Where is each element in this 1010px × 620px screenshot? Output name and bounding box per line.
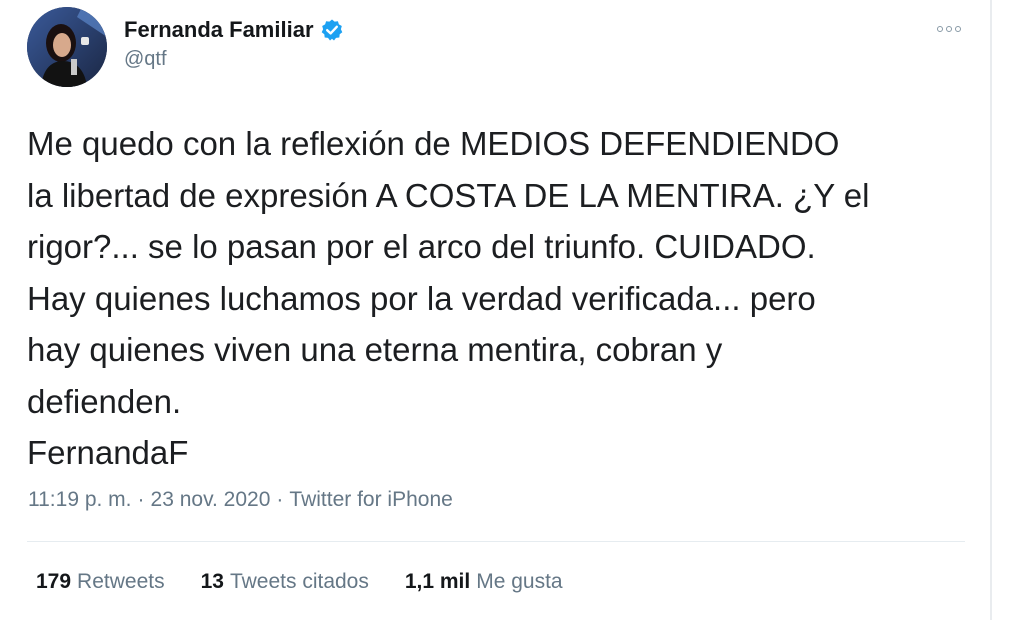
more-dot xyxy=(946,26,952,32)
tweet-card: Fernanda Familiar @qtf Me quedo con la r… xyxy=(0,0,1010,620)
retweets-label: Retweets xyxy=(77,570,165,593)
more-dot xyxy=(955,26,961,32)
tweet-time[interactable]: 11:19 p. m. xyxy=(28,488,132,512)
more-options-icon[interactable] xyxy=(932,20,966,38)
meta-separator: · xyxy=(137,488,145,511)
verified-badge-icon xyxy=(320,18,344,42)
meta-separator: · xyxy=(276,488,284,511)
more-dot xyxy=(937,26,943,32)
tweet-stats: 179 Retweets 13 Tweets citados 1,1 mil M… xyxy=(36,570,563,594)
author-handle[interactable]: @qtf xyxy=(124,48,167,71)
author-name[interactable]: Fernanda Familiar xyxy=(124,17,344,43)
tweet-meta: 11:19 p. m. · 23 nov. 2020 · Twitter for… xyxy=(28,488,453,512)
retweets-count: 179 xyxy=(36,570,72,593)
divider xyxy=(27,541,965,542)
likes-count: 1,1 mil xyxy=(404,570,471,593)
avatar-photo xyxy=(27,7,107,87)
tweet-text: Me quedo con la reflexión de MEDIOS DEFE… xyxy=(27,125,870,471)
retweets-stat[interactable]: 179 Retweets xyxy=(36,570,165,594)
likes-label: Me gusta xyxy=(476,570,563,593)
author-name-text: Fernanda Familiar xyxy=(124,17,314,42)
card-edge xyxy=(990,0,992,620)
quote-tweets-stat[interactable]: 13 Tweets citados xyxy=(201,570,369,594)
avatar[interactable] xyxy=(27,7,107,87)
tweet-date[interactable]: 23 nov. 2020 xyxy=(151,488,271,512)
likes-stat[interactable]: 1,1 mil Me gusta xyxy=(405,570,563,594)
quote-tweets-label: Tweets citados xyxy=(229,570,369,593)
quote-tweets-count: 13 xyxy=(200,570,224,593)
tweet-source[interactable]: Twitter for iPhone xyxy=(289,488,452,512)
